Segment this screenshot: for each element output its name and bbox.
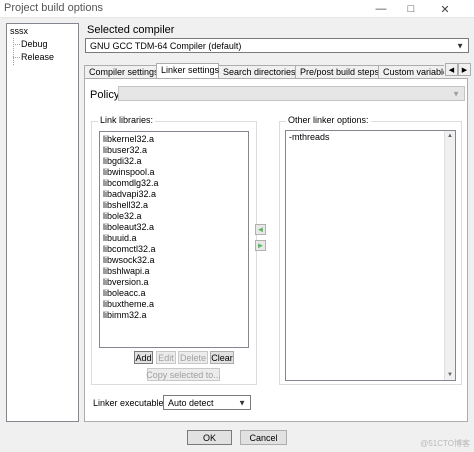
link-libraries-list[interactable]: libkernel32.a libuser32.a libgdi32.a libwin… (99, 131, 249, 348)
minimize-icon: — (375, 3, 387, 15)
link-libraries-group: Link libraries: libkernel32.a libuser32.a… (91, 115, 257, 385)
list-item[interactable]: libgdi32.a (100, 156, 248, 167)
arrow-left-icon: ◄ (256, 225, 265, 234)
list-item[interactable]: libwsock32.a (100, 255, 248, 266)
list-item[interactable]: libimm32.a (100, 310, 248, 321)
list-item[interactable]: libuuid.a (100, 233, 248, 244)
watermark: @51CTO博客 (420, 439, 470, 448)
clear-button[interactable]: Clear (210, 351, 234, 364)
chevron-down-icon: ▼ (452, 89, 460, 98)
move-right-button[interactable]: ► (255, 240, 266, 251)
other-linker-options-group: Other linker options: -mthreads ▲ ▼ (279, 115, 462, 385)
add-button[interactable]: Add (134, 351, 153, 364)
chevron-down-icon: ▼ (238, 398, 246, 407)
tree-connector (13, 44, 20, 45)
chevron-right-icon: ▶ (461, 66, 468, 74)
vertical-scrollbar[interactable]: ▲ ▼ (444, 131, 455, 380)
list-item[interactable]: libadvapi32.a (100, 189, 248, 200)
tree-connector (13, 57, 20, 58)
chevron-left-icon: ◀ (448, 66, 455, 74)
linker-settings-panel: Policy: ▼ Link libraries: libkernel32.a l… (84, 78, 468, 422)
maximize-icon: □ (407, 3, 415, 15)
cancel-button[interactable]: Cancel (240, 430, 287, 445)
tree-item-debug[interactable]: Debug (21, 39, 48, 49)
scroll-down-icon[interactable]: ▼ (445, 370, 455, 380)
compiler-select[interactable]: GNU GCC TDM-64 Compiler (default) ▼ (85, 38, 469, 53)
linker-executable-label: Linker executable: (93, 398, 167, 408)
linker-executable-select[interactable]: Auto detect ▼ (163, 395, 251, 410)
link-libraries-items: libkernel32.a libuser32.a libgdi32.a libwin… (100, 132, 248, 321)
list-item[interactable]: libwinspool.a (100, 167, 248, 178)
tab-search-directories[interactable]: Search directories (218, 65, 296, 78)
list-item[interactable]: libcomctl32.a (100, 244, 248, 255)
close-button[interactable]: ✕ (432, 0, 458, 18)
other-linker-options-label: Other linker options: (286, 115, 371, 125)
window-title: Project build options (4, 2, 104, 14)
compiler-select-value: GNU GCC TDM-64 Compiler (default) (90, 40, 242, 51)
tree-connector (13, 38, 14, 65)
list-item[interactable]: libshell32.a (100, 200, 248, 211)
chevron-down-icon: ▼ (456, 41, 464, 50)
project-tree[interactable]: sssx Debug Release (6, 23, 79, 422)
move-left-button[interactable]: ◄ (255, 224, 266, 235)
tab-scroll-left-button[interactable]: ◀ (445, 63, 458, 76)
tab-custom-variables[interactable]: Custom variable (378, 65, 444, 78)
list-item[interactable]: libshlwapi.a (100, 266, 248, 277)
arrow-right-icon: ► (256, 241, 265, 250)
selected-compiler-label: Selected compiler (87, 24, 175, 36)
list-item[interactable]: libcomdlg32.a (100, 178, 248, 189)
policy-select[interactable]: ▼ (118, 86, 465, 101)
minimize-button[interactable]: — (368, 0, 394, 18)
close-icon: ✕ (440, 3, 450, 16)
tab-scroll-right-button[interactable]: ▶ (458, 63, 471, 76)
tree-item-release[interactable]: Release (21, 52, 54, 62)
tab-linker-settings[interactable]: Linker settings (156, 63, 219, 78)
scroll-up-icon[interactable]: ▲ (445, 131, 455, 141)
edit-button[interactable]: Edit (156, 351, 176, 364)
title-bar: Project build options — □ ✕ (0, 0, 474, 18)
copy-selected-button[interactable]: Copy selected to... (146, 368, 221, 381)
list-item[interactable]: libuser32.a (100, 145, 248, 156)
list-item[interactable]: liboleacc.a (100, 288, 248, 299)
list-item[interactable]: liboleaut32.a (100, 222, 248, 233)
tab-pre-post-build-steps[interactable]: Pre/post build steps (295, 65, 379, 78)
delete-button[interactable]: Delete (178, 351, 208, 364)
linker-executable-value: Auto detect (168, 397, 214, 408)
ok-button[interactable]: OK (187, 430, 232, 445)
tree-item-project[interactable]: sssx (10, 26, 28, 36)
list-item[interactable]: libversion.a (100, 277, 248, 288)
tab-compiler-settings[interactable]: Compiler settings (84, 65, 159, 78)
link-libraries-label: Link libraries: (98, 115, 156, 125)
other-linker-options-field[interactable]: -mthreads ▲ ▼ (285, 130, 456, 381)
list-item[interactable]: libole32.a (100, 211, 248, 222)
maximize-button[interactable]: □ (398, 0, 424, 18)
other-linker-options-value: -mthreads (289, 132, 330, 142)
list-item[interactable]: libkernel32.a (100, 134, 248, 145)
list-item[interactable]: libuxtheme.a (100, 299, 248, 310)
tab-strip: Compiler settings Linker settings Search… (84, 63, 444, 78)
